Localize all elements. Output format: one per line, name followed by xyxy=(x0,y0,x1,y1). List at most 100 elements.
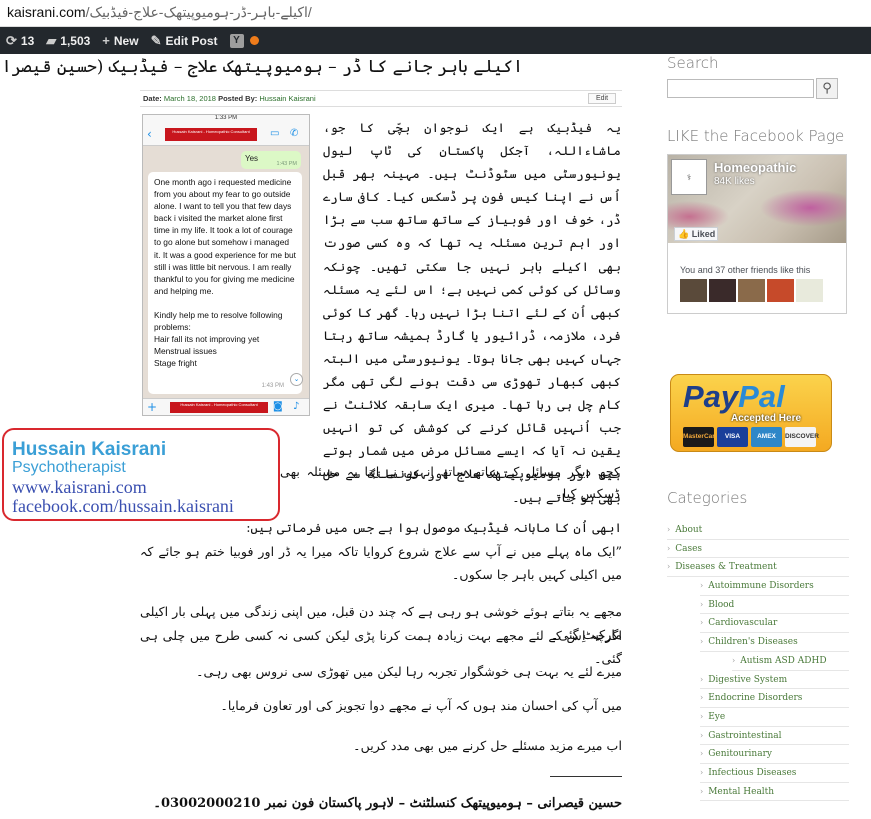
date-label: Date: xyxy=(143,94,162,103)
message-line: Hair fall its not improving yet xyxy=(154,334,260,345)
yoast-icon[interactable]: Y xyxy=(229,33,244,48)
post-meta: Date: March 18, 2018 Posted By: Hussain … xyxy=(140,90,622,107)
search-button[interactable]: ⚲ xyxy=(816,78,838,99)
category-item[interactable]: › About xyxy=(667,521,849,540)
message-line: Stage fright xyxy=(154,358,197,369)
facebook-heading: LIKE the Facebook Page xyxy=(667,127,845,145)
fb-liked-label: Liked xyxy=(691,229,716,239)
card-name: Hussain Kaisrani xyxy=(12,439,167,460)
comments-count: 1,503 xyxy=(60,33,91,48)
address-bar[interactable]: kaisrani.com/اکیلے-باہر-ڈر-ہومیوپیتھک-عل… xyxy=(0,0,871,27)
signature-line: حسین قیصرانی – ہومیوپیتھک کنسلٹنٹ – لاہو… xyxy=(153,796,622,811)
chevron-right-icon: › xyxy=(700,730,704,740)
fb-like-icon: 👍 xyxy=(678,229,690,239)
chat-header: ‹ Hussain Kaisrani - Homeopathic Consult… xyxy=(143,124,309,146)
category-label: Mental Health xyxy=(708,786,775,797)
post-date-link[interactable]: March 18, 2018 xyxy=(164,94,216,103)
updates-count: 13 xyxy=(20,33,35,48)
categories-heading: Categories xyxy=(667,489,748,507)
camera-icon: ◙ xyxy=(273,401,283,412)
fb-page-logo: ⚕ xyxy=(671,159,707,195)
category-label: Genitourinary xyxy=(708,749,772,760)
fb-friend-thumbs xyxy=(680,279,823,302)
category-item[interactable]: › Cardiovascular xyxy=(700,614,849,634)
search-input[interactable] xyxy=(667,79,814,98)
fb-liked-button[interactable]: 👍 Liked xyxy=(674,227,718,241)
posted-by-label: Posted By: xyxy=(218,94,258,103)
card-role: Psychotherapist xyxy=(12,459,126,476)
incoming-time: 1:43 PM xyxy=(261,382,284,389)
categories-list: › About › Cases › Diseases & Treatment › Autoim… xyxy=(667,521,849,802)
url-path: /اکیلے-باہر-ڈر-ہومیوپیتھک-علاج-فیڈبیک/ xyxy=(85,4,312,20)
comments-item[interactable]: ▰ 1,503 xyxy=(46,33,90,49)
chevron-right-icon: › xyxy=(700,581,704,591)
chevron-right-icon: › xyxy=(700,767,704,777)
card-website: www.kaisrani.com xyxy=(12,477,147,497)
chevron-right-icon: › xyxy=(700,711,704,721)
category-label: Infectious Diseases xyxy=(708,767,797,778)
category-item[interactable]: › Digestive System xyxy=(700,671,849,690)
card-logos: MasterCard VISA AMEX DISCOVER xyxy=(683,427,819,447)
chevron-right-icon: › xyxy=(700,618,704,628)
friend-avatar[interactable] xyxy=(709,279,736,302)
chevron-right-icon: › xyxy=(700,786,704,796)
microphone-icon: ♪ xyxy=(293,401,300,412)
sidebar: Search ⚲ LIKE the Facebook Page ⚕ Homeop… xyxy=(667,54,871,802)
attach-plus-icon: + xyxy=(147,400,158,414)
author-link[interactable]: Hussain Kaisrani xyxy=(259,94,315,103)
category-label: Eye xyxy=(708,711,726,722)
category-label: Endocrine Disorders xyxy=(708,693,803,704)
category-item[interactable]: › Endocrine Disorders xyxy=(700,689,849,708)
feedback-line: میرے لئے یہ بہت ہی خوشگوار تجربہ رہا لیک… xyxy=(196,664,622,679)
category-item[interactable]: › Autoimmune Disorders xyxy=(700,577,849,596)
category-item[interactable]: › Eye xyxy=(700,708,849,727)
category-label: Children's Diseases xyxy=(708,637,798,648)
contact-card: Hussain Kaisrani Psychotherapist www.kai… xyxy=(2,428,280,521)
feedback-line: میں آپ کی احسان مند ہوں کہ آپ نے مجھے دو… xyxy=(220,698,622,713)
outgoing-text: Yes xyxy=(245,154,259,163)
category-item[interactable]: › Children's Diseases xyxy=(700,633,849,652)
chevron-right-icon: › xyxy=(700,749,704,759)
fb-friends-text: You and 37 other friends like this xyxy=(680,265,811,275)
post-title: اکیلے باہر جانے کا ڈر – ہومیوپیتھک علاج … xyxy=(0,57,523,77)
divider xyxy=(550,776,622,777)
friend-avatar[interactable] xyxy=(796,279,823,302)
category-label: Cardiovascular xyxy=(708,618,778,629)
category-item[interactable]: › Genitourinary xyxy=(700,745,849,764)
friend-avatar[interactable] xyxy=(680,279,707,302)
sync-icon: ⟳ xyxy=(6,32,17,48)
edit-post-label: Edit Post xyxy=(165,33,218,48)
edit-link-button[interactable]: Edit xyxy=(588,93,616,104)
category-item[interactable]: › Cases xyxy=(667,540,849,559)
friend-avatar[interactable] xyxy=(767,279,794,302)
category-item[interactable]: › Infectious Diseases xyxy=(700,764,849,783)
friend-avatar[interactable] xyxy=(738,279,765,302)
seo-status-dot[interactable] xyxy=(249,36,259,45)
updates-item[interactable]: ⟳ 13 xyxy=(6,33,34,49)
pencil-icon: ✎ xyxy=(150,32,162,48)
category-item[interactable]: › Mental Health xyxy=(700,783,849,802)
category-label: Digestive System xyxy=(708,674,788,685)
feedback-quote-start: ”ایک ماہ پہلے میں نے آپ سے علاج شروع کرو… xyxy=(140,544,622,582)
facebook-page-widget[interactable]: ⚕ Homeopathic 84K likes 👍 Liked You and … xyxy=(667,154,847,314)
fb-cover-image: ⚕ Homeopathic 84K likes 👍 Liked xyxy=(668,155,846,243)
category-label: Autism ASD ADHD xyxy=(740,655,827,666)
fb-page-name[interactable]: Homeopathic xyxy=(714,160,796,175)
category-item[interactable]: › Diseases & Treatment xyxy=(667,558,849,578)
message-line: Menstrual issues xyxy=(154,346,217,357)
new-content-item[interactable]: + New xyxy=(102,33,138,48)
search-icon: ⚲ xyxy=(822,81,832,96)
category-label: Blood xyxy=(708,599,735,610)
category-item[interactable]: › Blood xyxy=(700,596,849,615)
intro-continuation: کچھ دیگر مسائل کے ساتھ ساتھ اِنہوں نے اپ… xyxy=(280,464,620,501)
category-label: Diseases & Treatment xyxy=(675,562,777,573)
chevron-right-icon: › xyxy=(667,562,671,572)
whatsapp-screenshot: 1:33 PM ‹ Hussain Kaisrani - Homeopathic… xyxy=(142,114,310,416)
edit-post-item[interactable]: ✎ Edit Post xyxy=(151,33,218,49)
category-item[interactable]: › Autism ASD ADHD xyxy=(732,652,849,671)
message-paragraph: One month ago i requested medicine from … xyxy=(154,177,296,296)
paypal-pay-text: Pay xyxy=(683,379,739,414)
category-item[interactable]: › Gastrointestinal xyxy=(700,727,849,746)
category-label: About xyxy=(675,525,703,535)
comment-icon: ▰ xyxy=(46,32,57,48)
